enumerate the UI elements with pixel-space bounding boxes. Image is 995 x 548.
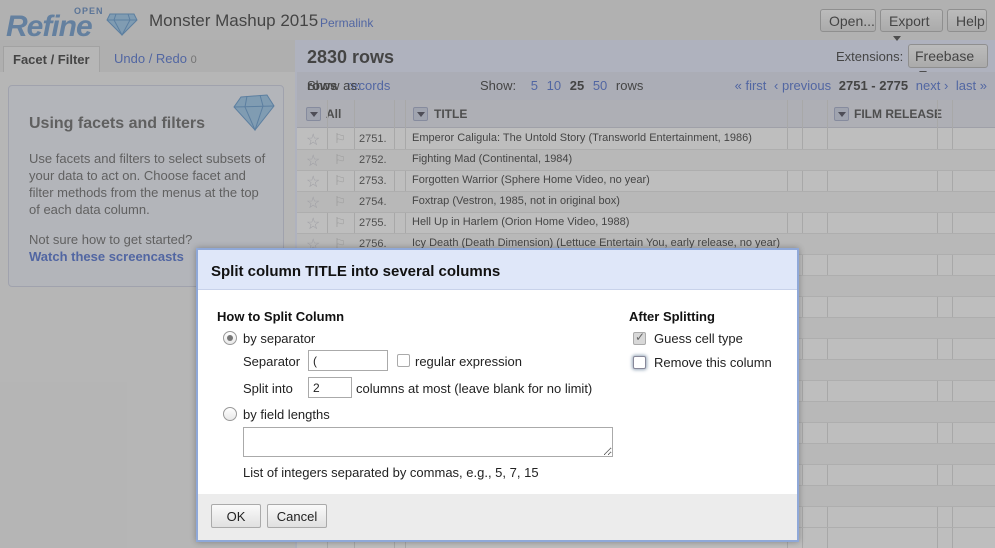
by-field-lengths-radio[interactable] [223,407,237,421]
ok-button-label: OK [226,509,246,524]
after-splitting-heading: After Splitting [629,309,715,324]
by-separator-radio[interactable] [223,331,237,345]
remove-column-label: Remove this column [654,355,772,370]
split-into-label: Split into [243,381,293,396]
split-column-dialog: Split column TITLE into several columns … [196,248,799,542]
by-separator-label: by separator [243,331,316,346]
separator-label: Separator [243,354,301,369]
regular-expression-label: regular expression [415,354,522,369]
guess-cell-type-label: Guess cell type [654,331,743,346]
by-field-lengths-label: by field lengths [243,407,330,422]
field-lengths-hint: List of integers separated by commas, e.… [243,465,539,480]
ok-button[interactable]: OK [211,504,261,528]
cancel-button-label: Cancel [276,509,318,524]
dialog-header: Split column TITLE into several columns [198,250,797,290]
dialog-body: How to Split Column by separator Separat… [203,294,794,493]
dialog-footer: OK Cancel [198,494,797,540]
how-to-split-heading: How to Split Column [217,309,345,324]
split-into-suffix: columns at most (leave blank for no limi… [356,381,593,396]
dialog-title: Split column TITLE into several columns [211,263,501,280]
field-lengths-textarea[interactable] [243,427,613,457]
cancel-button[interactable]: Cancel [267,504,327,528]
separator-input[interactable] [308,350,388,371]
remove-column-checkbox[interactable] [633,356,646,369]
split-into-input[interactable] [308,377,352,398]
guess-cell-type-checkbox[interactable] [633,330,646,345]
regular-expression-checkbox[interactable] [397,354,410,367]
